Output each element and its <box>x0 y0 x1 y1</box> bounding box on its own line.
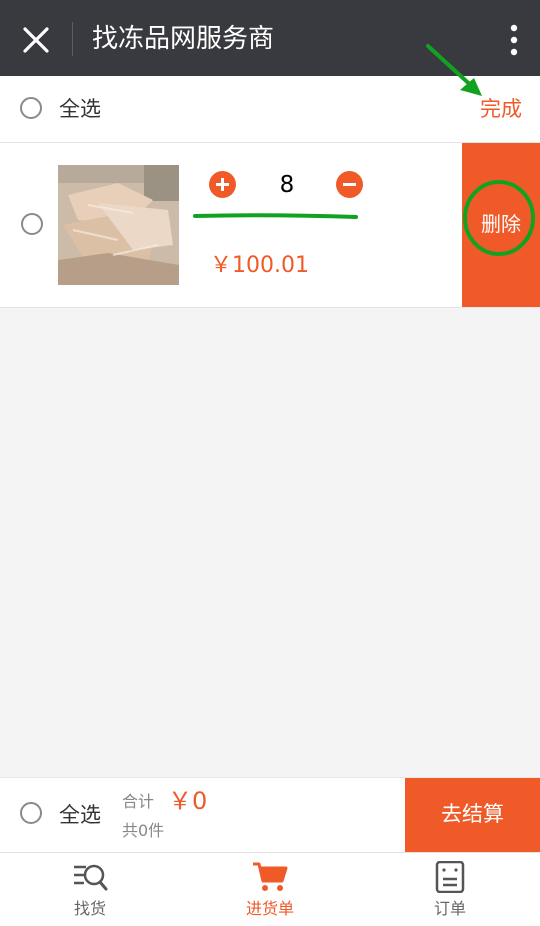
product-thumbnail[interactable] <box>58 165 179 285</box>
tab-label: 订单 <box>433 899 466 918</box>
tab-find-goods[interactable]: 找货 <box>0 853 180 926</box>
quantity-increase-button[interactable] <box>209 171 236 198</box>
select-all-bar: 全选 完成 <box>0 76 540 143</box>
item-count: 共0件 <box>122 821 165 840</box>
quantity-decrease-button[interactable] <box>336 171 363 198</box>
close-icon[interactable] <box>22 26 50 54</box>
search-list-icon <box>74 864 108 891</box>
checkout-select-all-radio[interactable] <box>20 802 42 824</box>
quantity-value[interactable]: 8 <box>248 169 326 201</box>
annotation-underline <box>193 213 358 219</box>
tab-label: 找货 <box>73 899 106 918</box>
checkout-label[interactable]: 去结算 <box>405 799 540 829</box>
done-button[interactable]: 完成 <box>480 94 522 124</box>
item-select-radio[interactable] <box>21 213 43 235</box>
bottom-tab-bar: 找货 进货单 订单 <box>0 852 540 926</box>
tab-orders[interactable]: 订单 <box>360 853 540 926</box>
tab-label: 进货单 <box>245 899 294 918</box>
delete-button[interactable]: 删除 <box>462 143 540 307</box>
select-all-label[interactable]: 全选 <box>59 94 101 124</box>
delete-label[interactable]: 删除 <box>462 209 540 239</box>
page-title: 找冻品网服务商 <box>92 24 275 54</box>
checkout-button[interactable]: 去结算 <box>405 778 540 852</box>
title-divider <box>72 22 73 56</box>
total-label: 合计 <box>122 792 155 811</box>
more-icon[interactable] <box>510 24 518 56</box>
checkout-bar: 全选 合计 ￥0 共0件 去结算 <box>0 777 540 852</box>
order-icon <box>435 861 465 893</box>
item-price: ￥100.01 <box>210 253 309 278</box>
select-all-radio[interactable] <box>20 97 42 119</box>
checkout-select-all-label[interactable]: 全选 <box>59 800 101 830</box>
total-value: ￥0 <box>168 787 208 815</box>
cart-icon <box>253 862 288 891</box>
cart-item-row: 8 ￥100.01 删除 <box>0 143 540 308</box>
title-bar: 找冻品网服务商 <box>0 0 540 76</box>
tab-purchase-list[interactable]: 进货单 <box>180 853 360 926</box>
